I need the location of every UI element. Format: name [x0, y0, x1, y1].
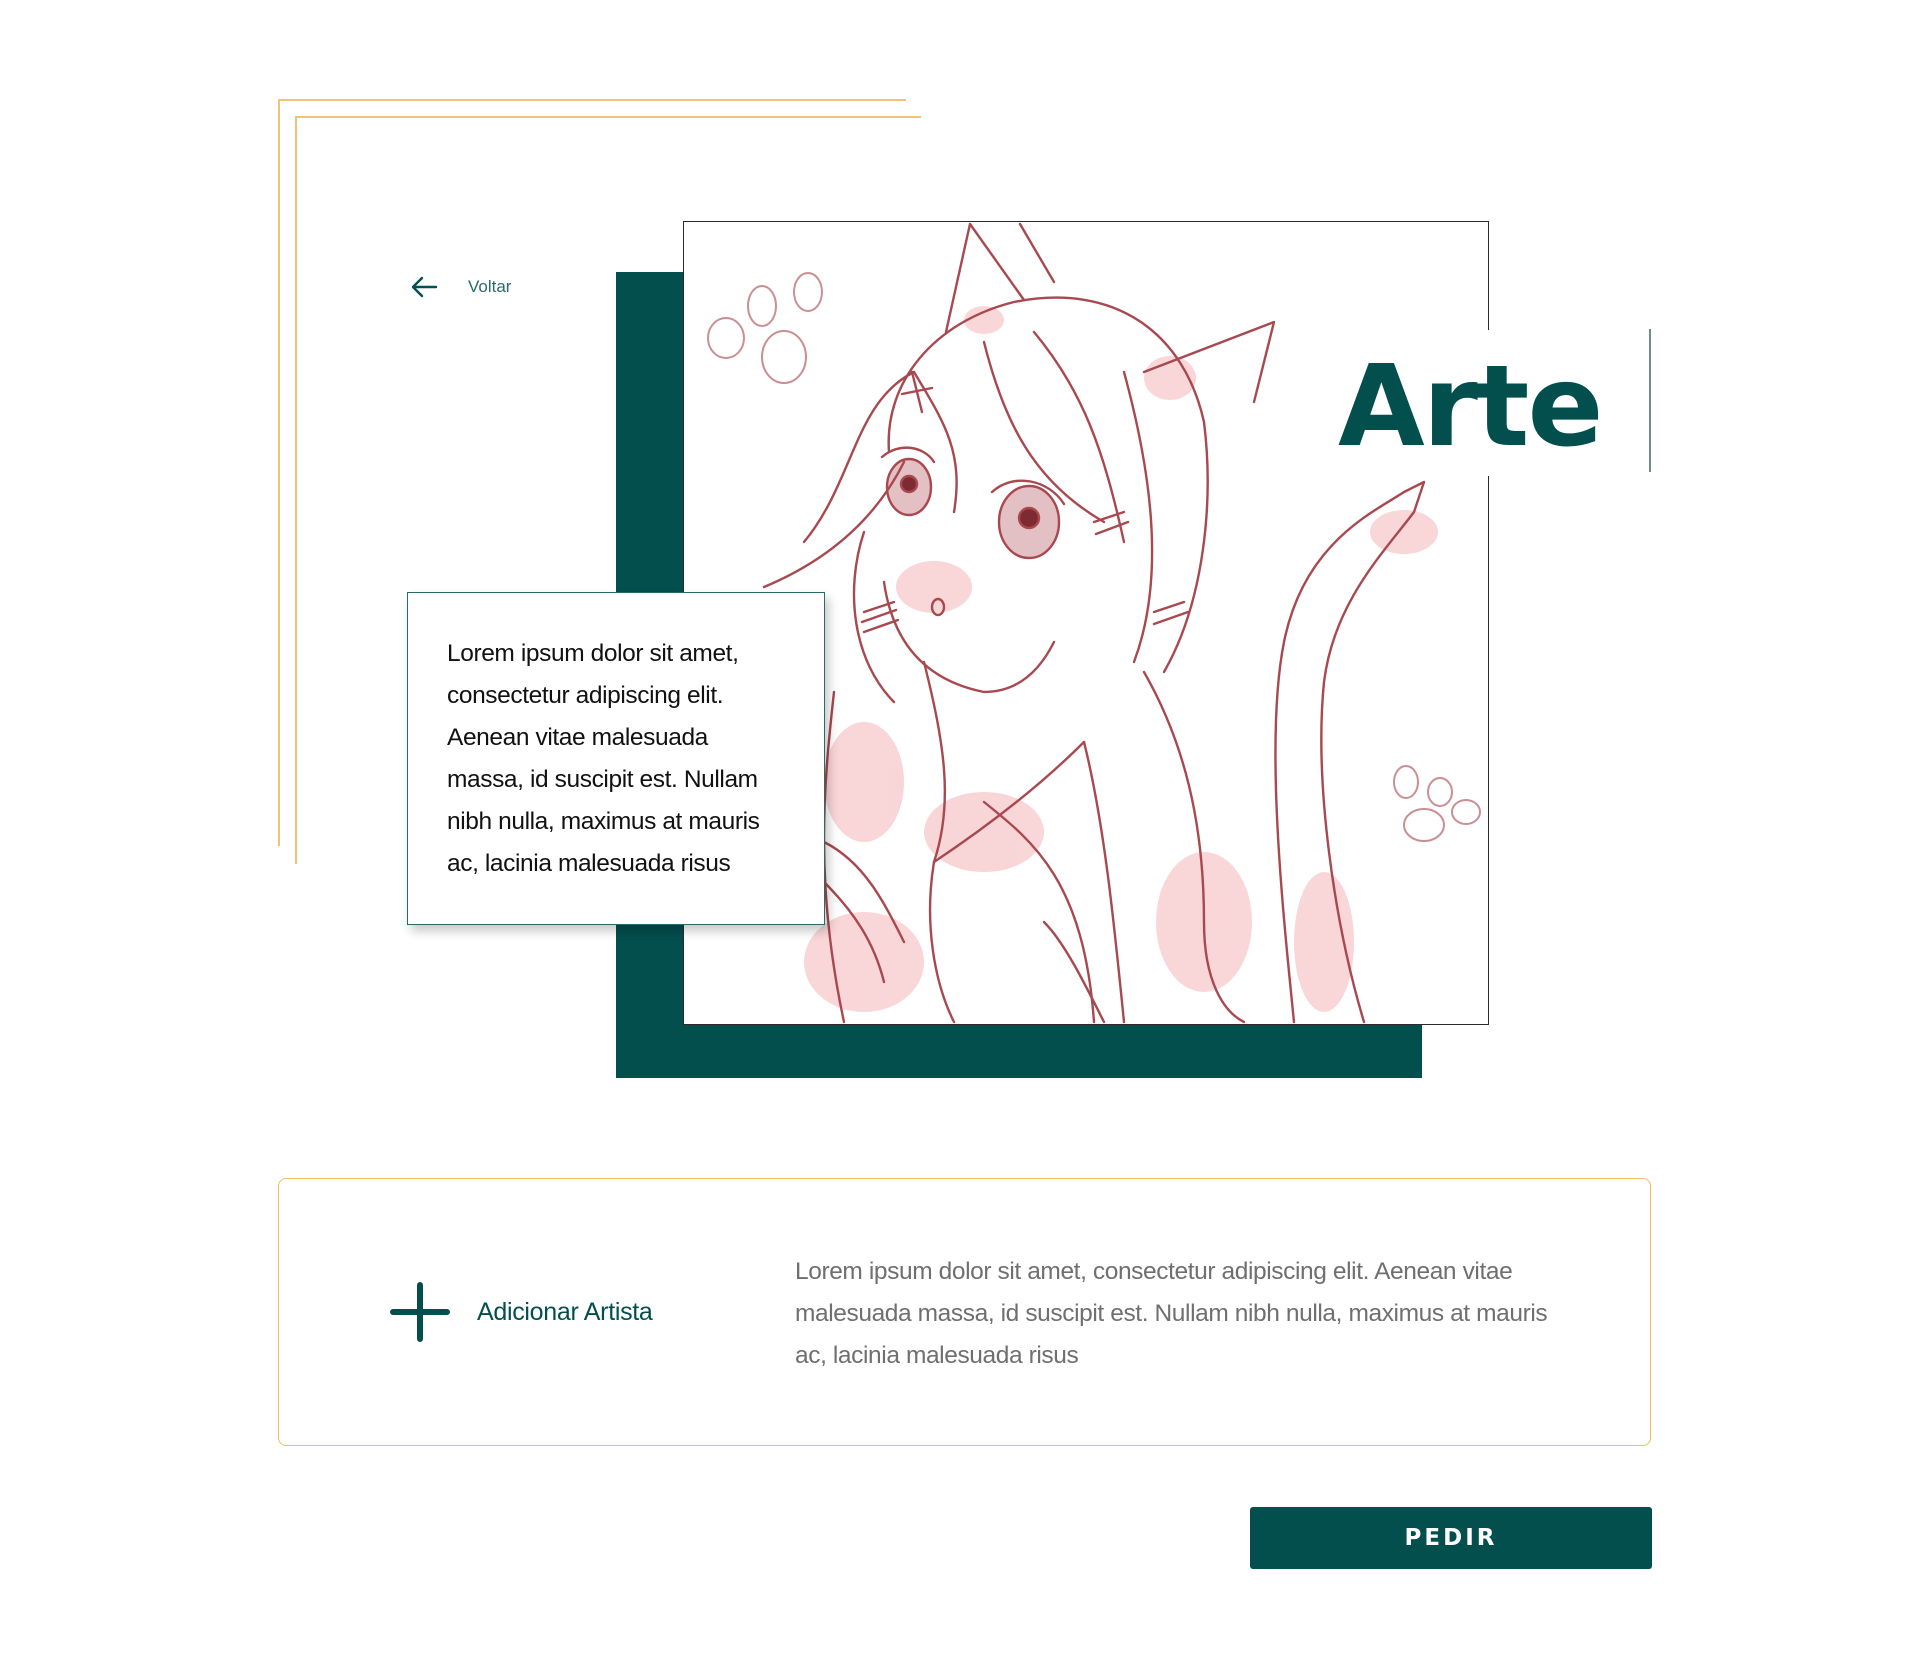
decorative-line-left-inner: [295, 116, 297, 864]
add-artist-label: Adicionar Artista: [477, 1297, 653, 1326]
add-artist-button[interactable]: Adicionar Artista: [389, 1281, 653, 1343]
back-link[interactable]: Voltar: [410, 276, 511, 298]
order-button[interactable]: PEDIR: [1250, 1507, 1652, 1569]
description-card: Lorem ipsum dolor sit amet, consectetur …: [407, 592, 825, 925]
decorative-line-left-outer: [278, 99, 280, 846]
arrow-left-icon: [410, 276, 438, 298]
artist-panel: Adicionar Artista Lorem ipsum dolor sit …: [278, 1178, 1651, 1446]
page-title: Arte: [1338, 342, 1603, 472]
back-label: Voltar: [468, 277, 512, 296]
plus-icon: [389, 1281, 451, 1343]
artist-description: Lorem ipsum dolor sit amet, consectetur …: [795, 1258, 1548, 1369]
decorative-line-top-outer: [278, 99, 906, 101]
decorative-line-top-inner: [295, 116, 921, 118]
description-text: Lorem ipsum dolor sit amet, consectetur …: [447, 640, 760, 877]
title-divider: [1649, 329, 1651, 472]
title-box: Arte: [1280, 330, 1652, 476]
